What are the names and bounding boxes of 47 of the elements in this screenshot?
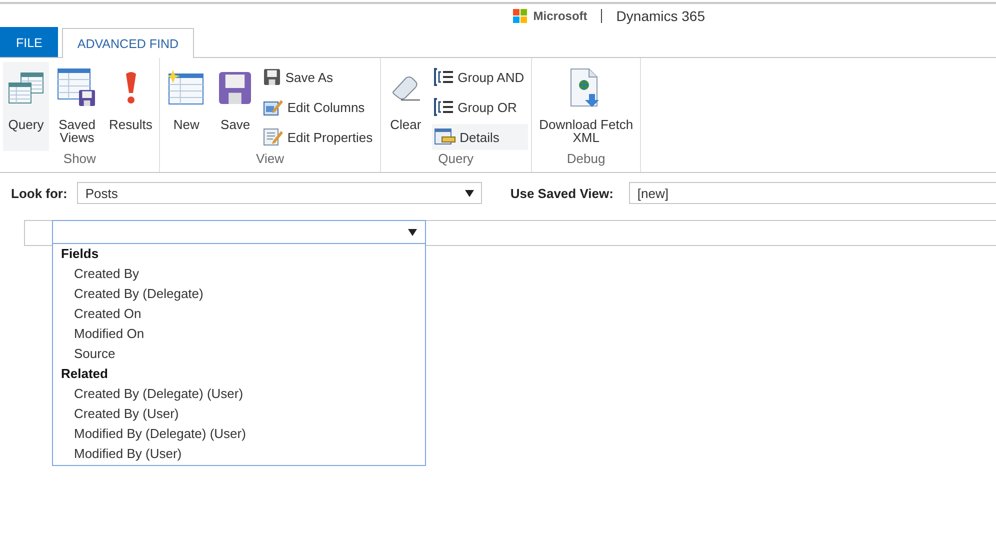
- caret-icon: [465, 190, 474, 196]
- dropdown-option[interactable]: Modified By (User): [53, 444, 425, 464]
- field-label: Use Saved View:: [510, 186, 614, 200]
- ribbon-button[interactable]: Group OR: [432, 94, 528, 120]
- list-pencil-icon: [263, 128, 284, 146]
- ribbon-button[interactable]: Details: [432, 124, 528, 150]
- ribbon-tab[interactable]: FILE: [0, 27, 58, 57]
- view-select[interactable]: [new]: [629, 182, 996, 204]
- group-heading: Related: [60, 365, 109, 383]
- table-floppy-icon: [57, 68, 97, 108]
- ribbon-button[interactable]: Group AND: [432, 64, 528, 90]
- bracket-list-icon: [434, 98, 454, 116]
- dropdown-option[interactable]: Modified On: [53, 324, 425, 344]
- product-name: Dynamics 365: [616, 8, 705, 24]
- ribbon-button[interactable]: Save As: [261, 64, 377, 90]
- ribbon-button[interactable]: Edit Columns: [261, 94, 377, 120]
- ribbon-button[interactable]: Download Fetch XML: [535, 62, 638, 151]
- ribbon-button[interactable]: Edit Properties: [261, 124, 377, 150]
- ribbon-button[interactable]: Clear: [384, 62, 428, 151]
- dropdown-option[interactable]: Created By: [53, 264, 425, 284]
- ribbon-button[interactable]: Saved Views: [53, 62, 101, 151]
- dropdown-option[interactable]: Created On: [53, 304, 425, 324]
- group-label: View: [255, 151, 285, 168]
- ribbon-button[interactable]: Save: [213, 62, 258, 151]
- floppy-icon: [263, 68, 282, 86]
- field-label: Look for:: [11, 186, 68, 200]
- ribbon-button[interactable]: Query: [3, 62, 49, 151]
- group-heading: Fields: [60, 245, 100, 263]
- ribbon-button[interactable]: Results: [105, 62, 156, 151]
- window-pencil-icon: [263, 98, 284, 116]
- logo-icon: [513, 9, 528, 23]
- bracket-list-icon: [434, 68, 454, 86]
- field-select[interactable]: [52, 220, 426, 244]
- group-label: Debug: [566, 151, 606, 168]
- dropdown-option[interactable]: Modified By (Delegate) (User): [53, 424, 425, 444]
- caret-icon: [408, 228, 417, 236]
- entity-select[interactable]: Posts: [77, 182, 482, 204]
- group-label: Show: [62, 151, 97, 168]
- group-label: Query: [437, 151, 475, 168]
- ribbon-button[interactable]: New: [163, 62, 210, 151]
- dropdown-option[interactable]: Source: [53, 344, 425, 364]
- dropdown-option[interactable]: Created By (User): [53, 404, 425, 424]
- form-icon: [434, 128, 456, 146]
- dropdown-option[interactable]: Created By (Delegate): [53, 284, 425, 304]
- dropdown-option[interactable]: Created By (Delegate) (User): [53, 384, 425, 404]
- ribbon-tab[interactable]: ADVANCED FIND: [62, 28, 194, 58]
- brand-name: Microsoft: [533, 9, 588, 23]
